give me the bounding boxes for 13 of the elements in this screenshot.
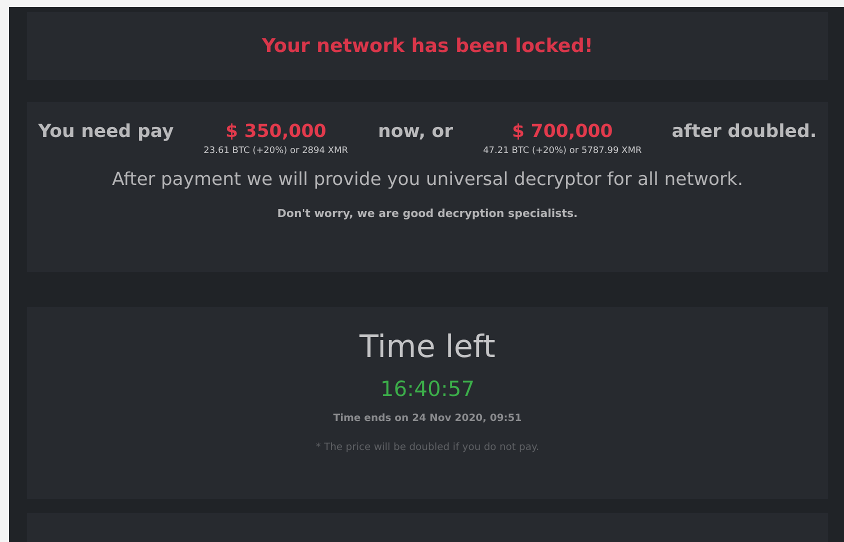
pay-label: after doubled. xyxy=(672,120,817,144)
reassurance-text: Don't worry, we are good decryption specialists. xyxy=(277,206,578,220)
headline: Your network has been locked! xyxy=(262,34,594,57)
pay-label: now, or xyxy=(378,120,454,144)
crypto-price: 47.21 BTC (+20%) or 5787.99 XMR xyxy=(483,146,642,156)
price-amount: $ 700,000 xyxy=(512,120,613,144)
price-amount: $ 350,000 xyxy=(225,120,326,144)
promise-text: After payment we will provide you universal decryptor for all network. xyxy=(112,168,744,190)
crypto-price: 23.61 BTC (+20%) or 2894 XMR xyxy=(204,146,348,156)
countdown: 16:40:57 xyxy=(380,377,475,402)
end-time: Time ends on 24 Nov 2020, 09:51 xyxy=(333,413,522,424)
timer-title: Time left xyxy=(360,329,496,366)
pay-label: You need pay xyxy=(38,120,174,144)
